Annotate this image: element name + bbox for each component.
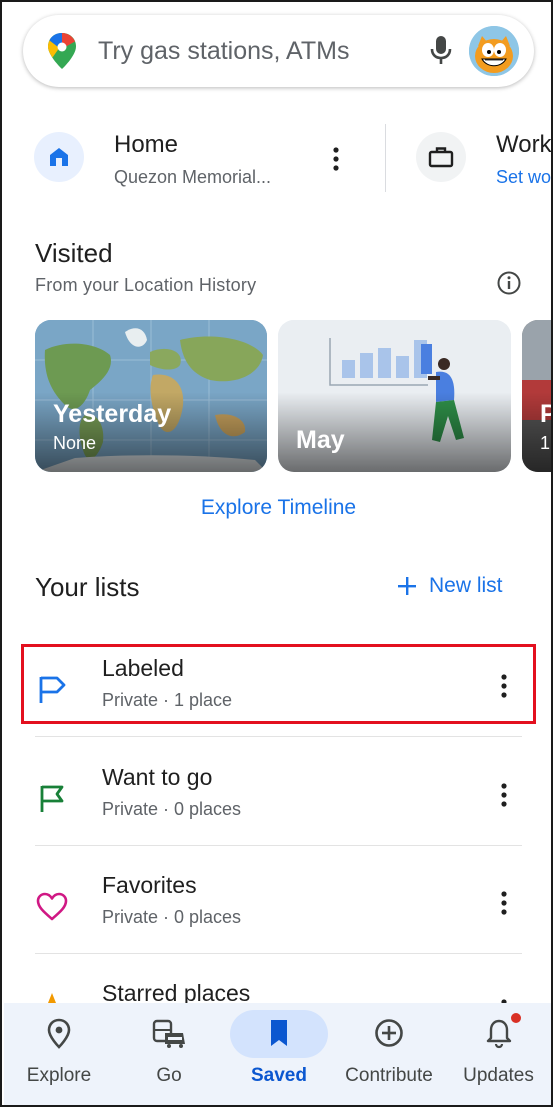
work-shortcut-button[interactable] [416,132,466,182]
nav-label: Contribute [345,1065,433,1086]
list-divider [35,736,522,737]
home-icon [50,148,68,166]
home-address: Quezon Memorial... [114,167,272,187]
search-bar[interactable]: Try gas stations, ATMs [23,15,534,87]
briefcase-icon [428,147,454,168]
nav-saved[interactable]: Saved [224,1003,334,1105]
garfield-avatar-icon [469,26,519,76]
visited-heading: Visited [35,238,113,268]
card-title: Yesterday [53,400,172,428]
more-vert-icon[interactable] [324,144,348,174]
divider [385,124,386,192]
nav-updates[interactable]: Updates [444,1003,551,1105]
card-title: P [540,400,551,429]
new-list-label: New list [429,574,503,597]
card-subtitle: None [53,433,97,453]
heart-icon [36,892,68,921]
card-title: May [296,426,345,454]
list-subtitle: Private · 1 place [102,690,233,710]
bookmark-icon [271,1020,287,1046]
list-item-favorites[interactable]: Favorites Private · 0 places [35,860,522,966]
saved-shortcuts: Home Quezon Memorial... Work Set wo [2,112,551,197]
info-icon[interactable] [496,270,522,296]
visited-card-may[interactable]: May [278,320,511,472]
list-subtitle: Private · 0 places [102,799,242,819]
home-shortcut-button[interactable] [34,132,84,182]
list-divider [35,845,522,846]
add-circle-icon [375,1019,403,1047]
list-divider [35,953,522,954]
work-set-link[interactable]: Set wo [496,167,551,188]
nav-contribute[interactable]: Contribute [334,1003,444,1105]
google-maps-logo-icon [48,33,76,69]
commute-icon [152,1019,185,1048]
notification-dot [511,1013,521,1023]
list-title: Favorites [102,872,197,898]
more-vert-icon[interactable] [492,888,516,918]
your-lists-heading: Your lists [35,572,140,602]
bottom-navigation: Explore Go Saved Contribute Updates [4,1003,551,1105]
bell-icon [486,1019,511,1049]
more-vert-icon[interactable] [492,671,516,701]
visited-card-partial[interactable]: P 1 [522,320,551,472]
nav-go[interactable]: Go [114,1003,224,1105]
visited-subtitle: From your Location History [35,275,257,295]
nav-explore[interactable]: Explore [4,1003,114,1105]
label-flag-icon [39,676,66,703]
list-item-labeled[interactable]: Labeled Private · 1 place [35,643,522,749]
app-screen: Try gas stations, ATMs Home Quezon Memor… [0,0,553,1107]
list-title: Want to go [102,764,213,790]
home-title[interactable]: Home [114,131,178,159]
microphone-icon[interactable] [427,33,455,69]
nav-label: Explore [26,1065,92,1086]
nav-label: Saved [251,1065,307,1086]
visited-card-yesterday[interactable]: Yesterday None [35,320,267,472]
work-title[interactable]: Work [496,131,551,159]
avatar[interactable] [469,26,519,76]
explore-timeline-link[interactable]: Explore Timeline [2,496,551,520]
new-list-button[interactable]: New list [397,574,503,598]
more-vert-icon[interactable] [492,780,516,810]
list-item-want-to-go[interactable]: Want to go Private · 0 places [35,752,522,858]
search-input[interactable]: Try gas stations, ATMs [98,37,349,66]
list-subtitle: Private · 0 places [102,907,242,927]
nav-label: Updates [463,1065,534,1086]
nav-label: Go [156,1065,182,1086]
location-pin-icon [47,1018,71,1049]
flag-icon [40,785,64,812]
list-title: Labeled [102,655,184,681]
card-subtitle: 1 [540,433,551,453]
plus-icon [398,577,416,595]
